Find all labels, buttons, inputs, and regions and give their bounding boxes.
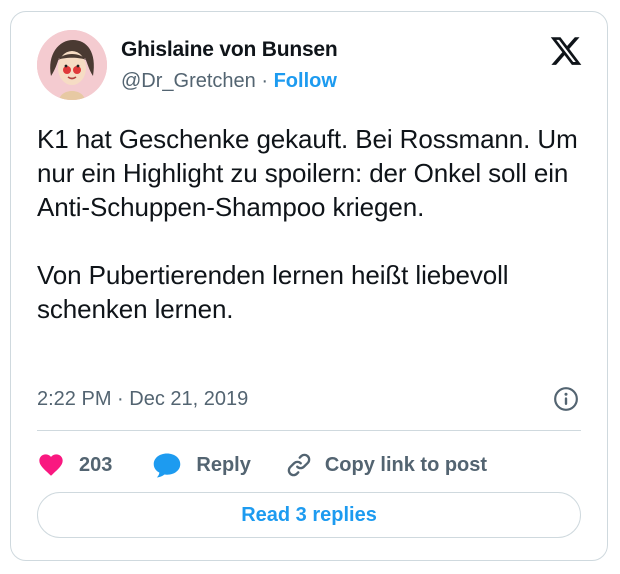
read-replies-label: Read 3 replies [241,503,377,526]
heart-icon [39,454,63,476]
author-handle-row: @Dr_Gretchen · Follow [121,70,337,93]
copy-link-button[interactable]: Copy link to post [285,451,487,479]
divider [37,430,581,431]
author-display-name[interactable]: Ghislaine von Bunsen [121,38,338,62]
tweet-timestamp[interactable]: 2:22 PM · Dec 21, 2019 [37,388,248,411]
info-icon[interactable] [553,386,579,412]
follow-button[interactable]: Follow [274,70,337,92]
reply-button[interactable]: Reply [152,451,251,479]
tweet-text: K1 hat Geschenke gekauft. Bei Rossmann. … [37,124,578,324]
author-handle[interactable]: @Dr_Gretchen [121,70,256,92]
like-button[interactable]: 203 [37,451,112,479]
x-logo-icon[interactable] [549,34,583,68]
avatar-illustration [37,30,107,100]
reply-label: Reply [196,453,251,476]
handle-separator: · [255,70,274,92]
speech-bubble-icon [154,453,181,478]
copy-link-label: Copy link to post [324,453,488,476]
avatar[interactable] [37,30,107,100]
read-replies-button[interactable]: Read 3 replies [37,492,581,538]
like-count: 203 [79,453,113,476]
link-icon [287,453,311,477]
tweet-card: Ghislaine von Bunsen @Dr_Gretchen · Foll… [10,11,608,561]
action-bar: 203 Reply Copy link to post [37,448,487,482]
